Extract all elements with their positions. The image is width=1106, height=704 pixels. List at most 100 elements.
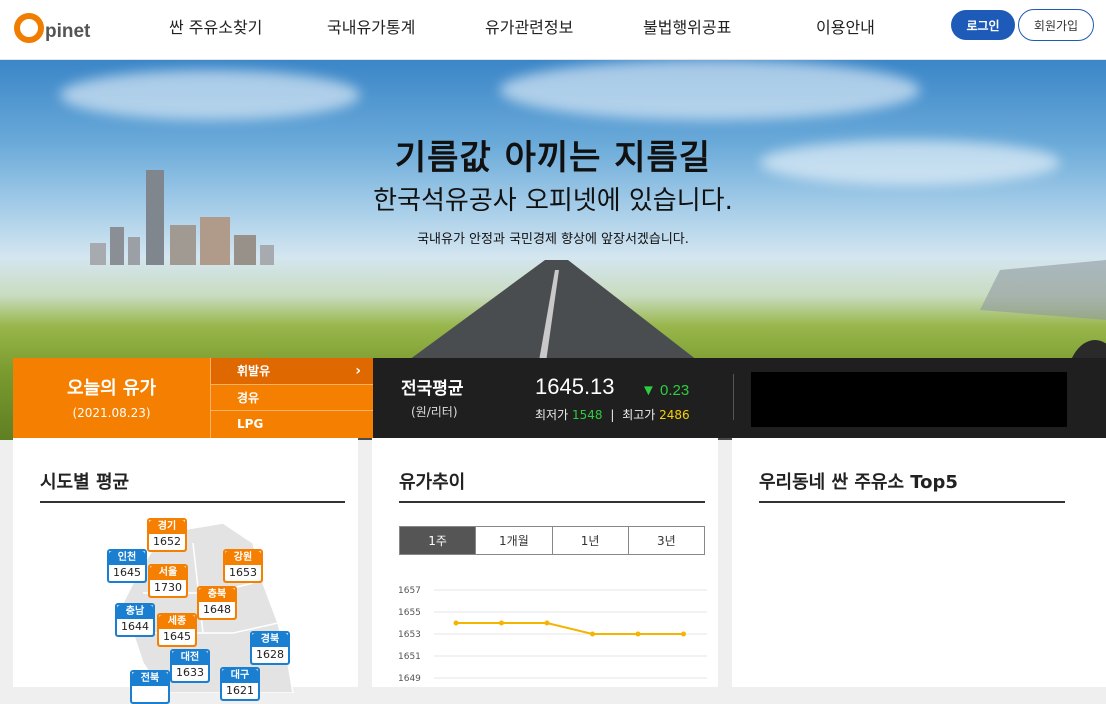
national-label: 전국평균 [401, 379, 464, 399]
divider [733, 374, 734, 420]
nav-oil-info[interactable]: 유가관련정보 [485, 14, 573, 38]
fuel-label: 휘발유 [237, 364, 271, 379]
data-point[interactable] [590, 631, 595, 637]
region-tag[interactable]: 세종 1645 [157, 613, 197, 647]
logo-text: pinet [45, 21, 91, 42]
nav-oil-stats[interactable]: 국내유가통계 [327, 14, 415, 38]
region-tag[interactable]: 충북 1648 [197, 586, 237, 620]
today-label: 오늘의 유가 [66, 378, 157, 399]
national-price: 1645.13 [535, 374, 615, 399]
price-trend-chart: 1657 1655 1653 1651 1649 [398, 586, 707, 684]
region-name: 경북 [252, 633, 288, 647]
region-tag[interactable]: 대구 1621 [220, 667, 260, 701]
y-tick-label: 1655 [398, 608, 421, 618]
tab-1week[interactable]: 1주 [400, 527, 476, 554]
panel-rule [40, 501, 345, 503]
top5-panel: 우리동네 싼 주유소 Top5 [732, 438, 1106, 687]
panel-rule [399, 501, 705, 503]
tab-1month[interactable]: 1개월 [475, 527, 552, 554]
price-bar: 오늘의 유가 (2021.08.23) 휘발유 › 경유 LPG 전국평균 (원… [13, 358, 1106, 438]
min-value: 1548 [571, 408, 603, 422]
region-value: 1730 [150, 580, 186, 596]
panel-title: 시도별 평균 [40, 472, 130, 493]
fuel-type-list: 휘발유 › 경유 LPG [210, 358, 373, 438]
today-date: (2021.08.23) [72, 406, 151, 420]
region-tag[interactable]: 경기 1652 [147, 518, 187, 552]
panel-title: 우리동네 싼 주유소 Top5 [759, 472, 958, 493]
region-name: 서울 [150, 566, 186, 580]
max-label: 최고가 [622, 408, 656, 422]
region-name: 대전 [172, 651, 208, 665]
nav-cheap-station[interactable]: 싼 주유소찾기 [169, 14, 262, 38]
region-value: 1645 [159, 629, 195, 645]
data-point[interactable] [544, 620, 550, 626]
nav-guide[interactable]: 이용안내 [816, 14, 875, 38]
data-point[interactable] [453, 620, 459, 626]
series-line [456, 622, 684, 635]
national-average-box: 전국평균 (원/리터) 1645.13 ▼ 0.23 최저가 1548 | 최고… [373, 358, 1106, 438]
region-value: 1645 [109, 565, 145, 581]
y-tick-label: 1649 [398, 674, 421, 684]
regional-average-panel: 시도별 평균 경기 1652 인천 1645 서울 1730 강원 1653 충북 1648 충남 1… [13, 438, 358, 704]
region-name: 경기 [149, 520, 185, 534]
join-button[interactable]: 회원가입 [1018, 9, 1094, 41]
region-name: 인천 [109, 551, 145, 565]
hero-tagline: 국내유가 안정과 국민경제 향상에 앞장서겠습니다. [417, 232, 689, 247]
min-label: 최저가 [535, 408, 569, 422]
today-price-box: 오늘의 유가 (2021.08.23) [13, 358, 210, 438]
opinet-logo[interactable]: pinet [14, 8, 90, 48]
region-name: 충남 [117, 605, 153, 619]
region-name: 세종 [159, 615, 195, 629]
region-tag[interactable]: 서울 1730 [148, 564, 188, 598]
region-value: 1652 [149, 534, 185, 550]
chevron-right-icon: › [355, 363, 361, 379]
nav-illegal-notice[interactable]: 불법행위공표 [643, 14, 731, 38]
region-value: 1644 [117, 619, 153, 635]
data-point[interactable] [499, 620, 504, 626]
region-value: 1653 [225, 565, 261, 581]
region-tag[interactable]: 강원 1653 [223, 549, 263, 583]
tab-1year[interactable]: 1년 [551, 527, 628, 554]
region-tag[interactable]: 전북 [130, 670, 170, 704]
hero-title: 기름값 아끼는 지름길 [394, 138, 712, 178]
national-unit: (원/리터) [411, 405, 458, 419]
panel-rule [759, 501, 1065, 503]
region-tag[interactable]: 인천 1645 [107, 549, 147, 583]
login-button[interactable]: 로그인 [951, 10, 1015, 40]
fuel-gasoline[interactable]: 휘발유 › [211, 358, 373, 385]
hero-subtitle: 한국석유공사 오피넷에 있습니다. [373, 186, 733, 216]
max-value: 2486 [659, 408, 690, 422]
y-tick-label: 1653 [398, 630, 421, 640]
fuel-label: 경유 [237, 390, 260, 405]
data-point[interactable] [635, 631, 641, 637]
region-name: 충북 [199, 588, 235, 602]
site-header: pinet 싼 주유소찾기 국내유가통계 유가관련정보 불법행위공표 이용안내 … [0, 0, 1106, 60]
down-arrow-icon: ▼ [641, 382, 656, 399]
region-value: 1648 [199, 602, 235, 618]
region-tag[interactable]: 대전 1633 [170, 649, 210, 683]
range-separator: | [610, 408, 615, 422]
region-name: 강원 [225, 551, 261, 565]
trend-period-tabs: 1주 1개월 1년 3년 [399, 526, 705, 555]
logo-o-icon [14, 13, 44, 43]
region-value: 1628 [252, 647, 288, 663]
fuel-label: LPG [237, 417, 264, 432]
region-value: 1621 [222, 683, 258, 699]
panel-title: 유가추이 [399, 472, 466, 493]
region-value: 1633 [172, 665, 208, 681]
y-tick-label: 1651 [398, 652, 421, 662]
data-point[interactable] [681, 631, 686, 637]
region-value [132, 686, 168, 702]
ad-banner[interactable] [751, 372, 1067, 427]
change-value: 0.23 [660, 382, 690, 399]
price-trend-panel: 유가추이 1주 1개월 1년 3년 1657 1655 1653 1651 1649 [372, 438, 718, 687]
fuel-diesel[interactable]: 경유 [211, 385, 373, 412]
y-tick-label: 1657 [398, 586, 421, 596]
fuel-lpg[interactable]: LPG [211, 411, 373, 438]
region-tag[interactable]: 경북 1628 [250, 631, 290, 665]
price-range: 최저가 1548 | 최고가 2486 [535, 406, 690, 423]
region-tag[interactable]: 충남 1644 [115, 603, 155, 637]
region-name: 대구 [222, 669, 258, 683]
price-change: ▼ 0.23 [641, 382, 689, 399]
tab-3years[interactable]: 3년 [627, 527, 704, 554]
